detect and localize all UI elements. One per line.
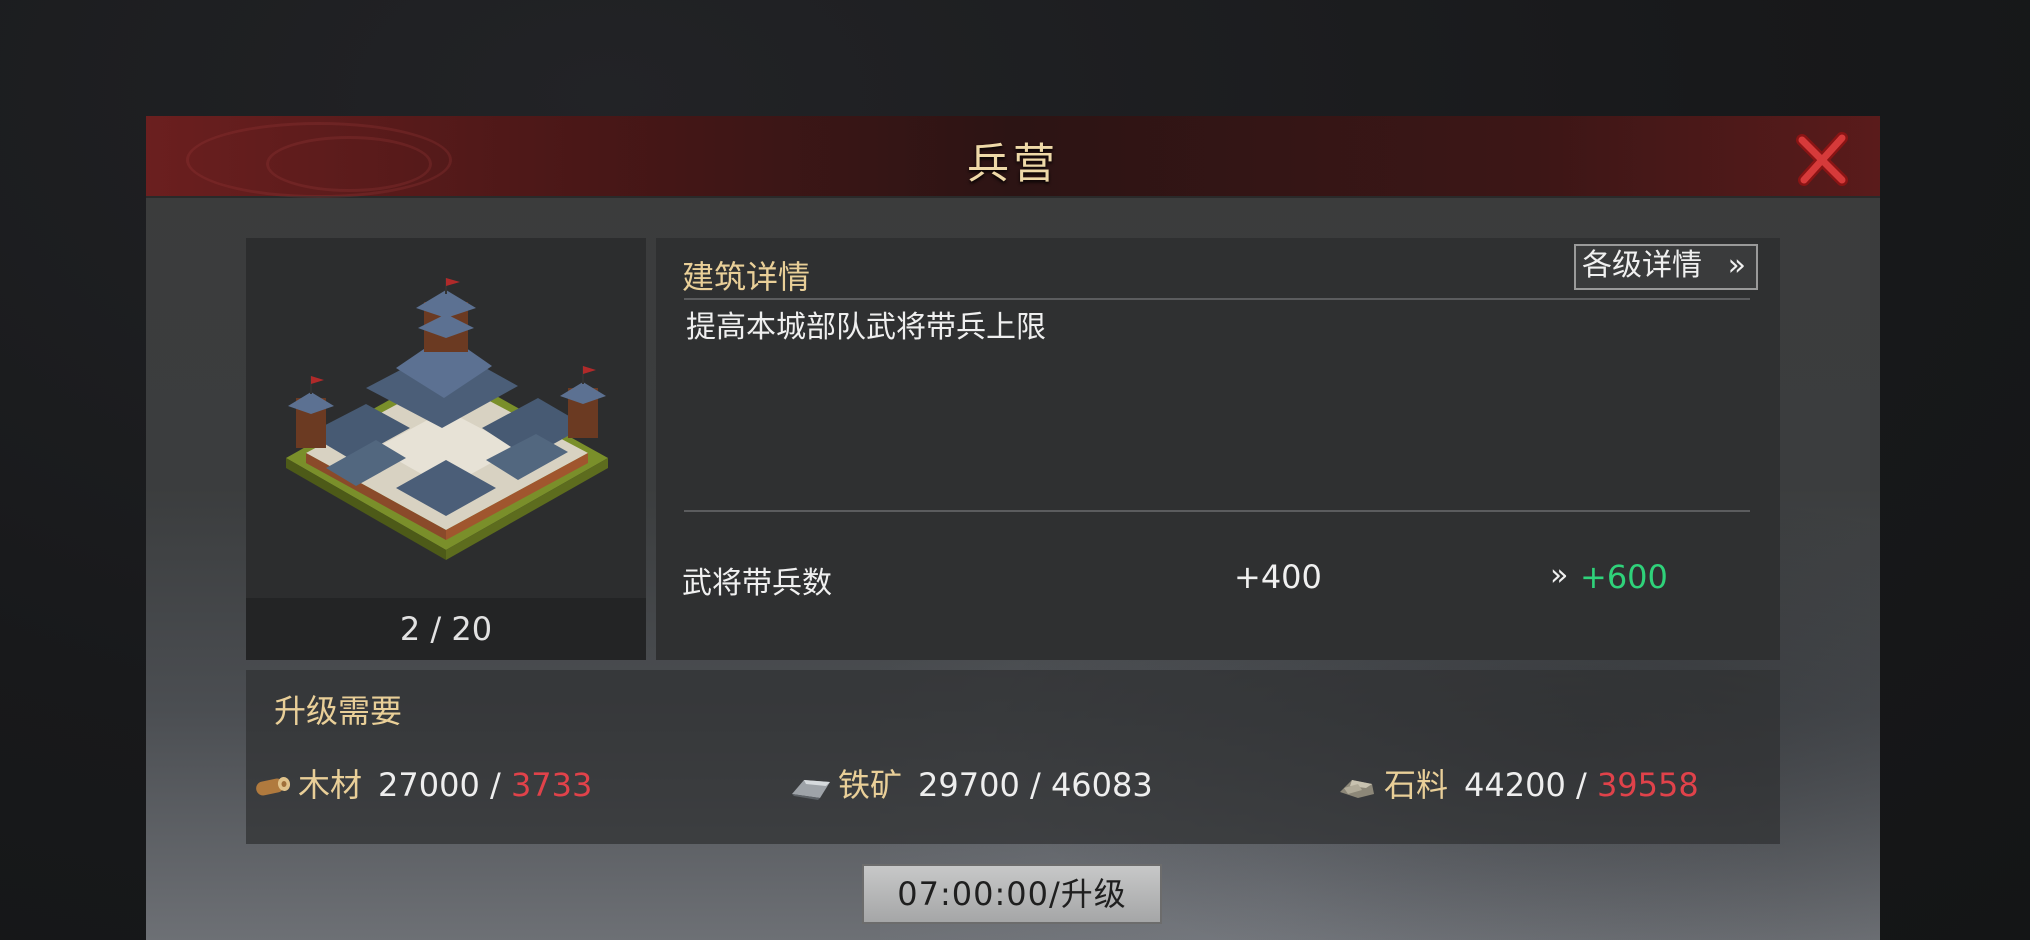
building-description: 提高本城部队武将带兵上限: [686, 310, 1046, 345]
close-x-icon: [1796, 132, 1848, 186]
resource-required: 29700 /: [918, 766, 1041, 804]
resource-owned: 46083: [1050, 766, 1153, 804]
resource-stone: 石料 44200 / 39558: [1336, 760, 1699, 810]
barracks-dialog: 兵营 2 / 20 建筑详情 各级详情 » 提高本城部队武将带兵上限 武将带兵数…: [146, 116, 1880, 940]
troop-capacity-next: +600: [1580, 558, 1668, 596]
building-level: 2 / 20: [246, 598, 646, 660]
resource-name: 石料: [1384, 766, 1449, 804]
double-chevron-right-icon: »: [1550, 558, 1569, 593]
dialog-title: 兵营: [966, 139, 1059, 188]
wood-log-icon: [256, 777, 291, 796]
troop-capacity-current: +400: [1234, 558, 1322, 596]
resource-wood: 木材 27000 / 3733: [252, 760, 592, 810]
iron-ore-icon: [792, 780, 830, 800]
resource-owned: 3733: [510, 766, 593, 804]
level-details-label: 各级详情: [1582, 248, 1702, 283]
resource-name: 木材: [298, 766, 363, 804]
close-button[interactable]: [1794, 130, 1852, 188]
dialog-header: 兵营: [146, 116, 1880, 198]
divider: [684, 510, 1750, 512]
resource-required: 44200 /: [1464, 766, 1587, 804]
upgrade-button[interactable]: 07:00:00/升级: [862, 864, 1162, 924]
resource-owned: 39558: [1596, 766, 1699, 804]
stone-icon: [1340, 780, 1374, 798]
upgrade-requirements-panel: 升级需要 木材 27000 / 3733 铁矿 29700 / 46083 石料 44…: [246, 670, 1780, 844]
requirements-section-title: 升级需要: [274, 692, 403, 730]
divider: [684, 298, 1750, 300]
troop-capacity-label: 武将带兵数: [682, 566, 832, 601]
double-chevron-right-icon: »: [1727, 248, 1746, 283]
details-section-title: 建筑详情: [682, 258, 811, 296]
building-details-panel: 建筑详情 各级详情 » 提高本城部队武将带兵上限 武将带兵数 +400 » +6…: [656, 238, 1780, 660]
barracks-building-image: [286, 278, 608, 560]
level-details-button[interactable]: 各级详情 »: [1574, 244, 1758, 290]
resource-iron: 铁矿 29700 / 46083: [790, 760, 1153, 810]
resource-name: 铁矿: [838, 766, 903, 804]
building-image-panel: 2 / 20: [246, 238, 646, 660]
resource-required: 27000 /: [378, 766, 501, 804]
